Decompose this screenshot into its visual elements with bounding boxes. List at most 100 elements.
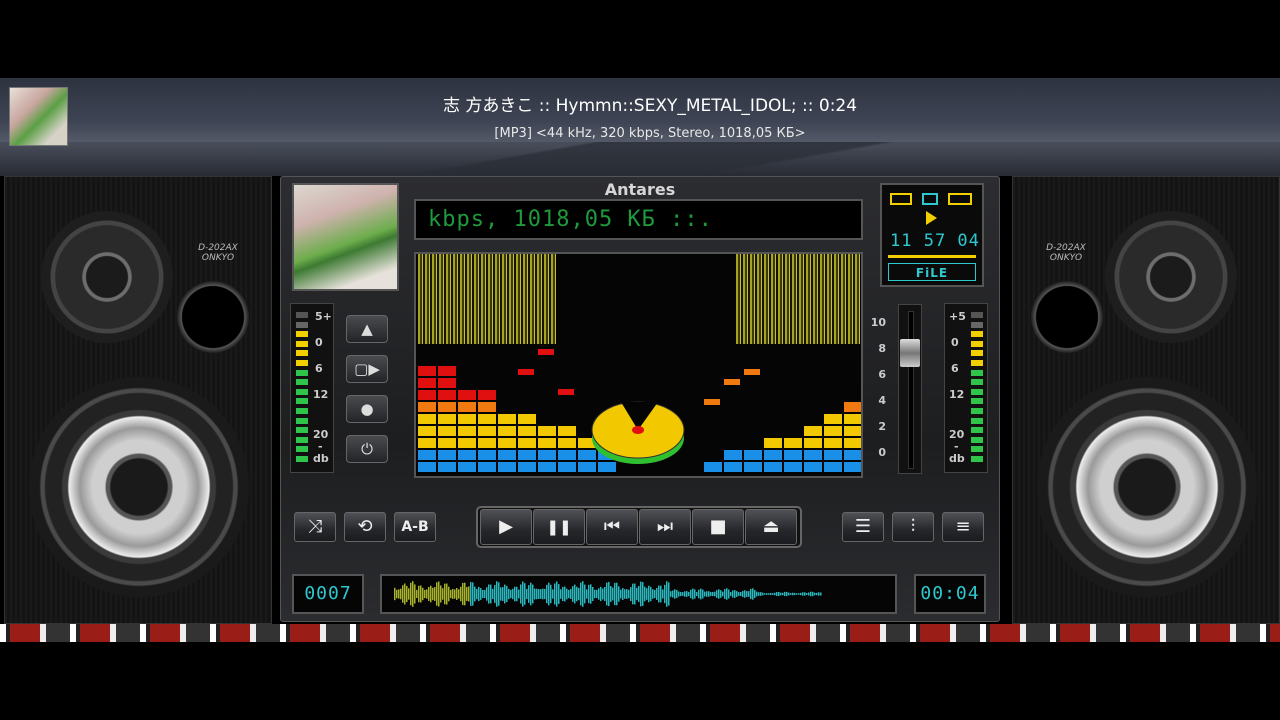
waveform-sample (744, 590, 746, 598)
previous-button[interactable]: ⏮ (586, 509, 638, 545)
waveform-sample (784, 591, 786, 597)
mode-file-button[interactable]: FiLE (888, 263, 976, 281)
spectrum-bar-segment (478, 390, 496, 400)
download-icon[interactable] (922, 193, 938, 205)
center-pie-meter (591, 401, 685, 464)
playlist-button[interactable]: ☰ (842, 512, 884, 542)
shuffle-button[interactable]: ⤨ (294, 512, 336, 542)
waveform-sample (646, 588, 648, 600)
vu-led (296, 331, 308, 338)
waveform-sample (682, 592, 684, 596)
ab-repeat-button[interactable]: A-B (394, 512, 436, 542)
power-button[interactable]: ⏻ (346, 435, 388, 463)
waveform-sample (558, 584, 560, 604)
side-screen-button[interactable]: ▢▶ (346, 355, 388, 383)
waveform-sample (516, 586, 518, 602)
vu-led (971, 369, 983, 376)
waveform-sample (456, 588, 458, 600)
next-button[interactable]: ⏭ (639, 509, 691, 545)
vu-led (971, 350, 983, 357)
volume-scale-0: 0 (878, 446, 886, 459)
waveform-sample (700, 588, 702, 600)
waveform-sample (628, 589, 630, 599)
spectrum-bar-segment (518, 438, 536, 448)
side-up-button[interactable]: ▲ (346, 315, 388, 343)
waveform-sample (630, 587, 632, 601)
spectrum-bar-segment (458, 402, 476, 412)
spectrum-bar-segment (538, 450, 556, 460)
waveform-sample (692, 588, 694, 600)
waveform-sample (458, 589, 460, 599)
waveform-sample (640, 581, 642, 607)
waveform-sample (704, 591, 706, 597)
waveform-sample (580, 582, 582, 606)
waveform-sample (626, 589, 628, 599)
waveform-sample (482, 589, 484, 599)
play-button[interactable]: ▶ (480, 509, 532, 545)
vu-led (971, 321, 983, 328)
resize-icon[interactable] (948, 193, 972, 205)
spectrum-bar-segment (558, 438, 576, 448)
menu-button[interactable]: ≡ (942, 512, 984, 542)
album-art (292, 183, 399, 291)
pause-button[interactable]: ❚❚ (533, 509, 585, 545)
waveform-sample (446, 583, 448, 605)
spectrum-bar-segment (518, 450, 536, 460)
waveform-sample (560, 589, 562, 599)
waveform-sample (506, 585, 508, 603)
spectrum-bar-segment (498, 414, 516, 424)
waveform-sample (684, 591, 686, 597)
stop-button[interactable]: ■ (692, 509, 744, 545)
waveform-sample (726, 588, 728, 600)
volume-scale-2: 2 (878, 420, 886, 433)
waveform-sample (678, 591, 680, 597)
eject-button[interactable]: ⏏ (745, 509, 797, 545)
track-number-display: 0007 (292, 574, 364, 614)
waveform-sample (460, 586, 462, 602)
waveform-sample (524, 583, 526, 605)
repeat-button[interactable]: ⟲ (344, 512, 386, 542)
minimize-icon[interactable] (890, 193, 912, 205)
waveform-sample (420, 585, 422, 603)
volume-scale-8: 8 (878, 342, 886, 355)
side-record-button[interactable]: ● (346, 395, 388, 423)
waveform-sample (730, 592, 732, 596)
spectrum-bar-segment (438, 390, 456, 400)
waveform-sample (708, 591, 710, 597)
waveform-sample (518, 589, 520, 599)
waveform-sample (452, 589, 454, 599)
waveform-sample (554, 583, 556, 605)
waveform-seekbar[interactable] (380, 574, 897, 614)
waveform-sample (610, 585, 612, 603)
waveform-sample (812, 591, 814, 597)
volume-slider[interactable] (898, 304, 922, 474)
volume-scale-6: 6 (878, 368, 886, 381)
right-speaker-brand-logo: D-202AX ONKYO (1046, 243, 1086, 263)
vu-led (296, 360, 308, 366)
cover-thumbnail (9, 87, 68, 146)
spectrum-bar-segment (744, 450, 762, 460)
waveform-sample (648, 585, 650, 603)
waveform-sample (670, 591, 672, 597)
vu-led (296, 350, 308, 357)
spectrum-bar-segment (478, 450, 496, 460)
vu-right-label-3: 12 (949, 388, 965, 401)
waveform-sample (474, 586, 476, 602)
waveform-sample (568, 589, 570, 599)
waveform-sample (574, 584, 576, 604)
waveform-sample (448, 586, 450, 602)
waveform-sample (408, 588, 410, 600)
volume-slider-thumb[interactable] (900, 339, 920, 367)
waveform-sample (756, 591, 758, 597)
vu-led (971, 417, 983, 424)
spectrum-bar-segment (578, 450, 596, 460)
waveform-sample (512, 588, 514, 600)
waveform-sample (712, 591, 714, 597)
spectrum-bar-segment (824, 462, 842, 472)
waveform-sample (622, 588, 624, 600)
waveform-sample (394, 587, 396, 601)
waveform-sample (550, 584, 552, 604)
spectrum-bar-segment (538, 426, 556, 436)
equalizer-button[interactable]: ⫶ (892, 512, 934, 542)
vu-led (296, 340, 308, 347)
